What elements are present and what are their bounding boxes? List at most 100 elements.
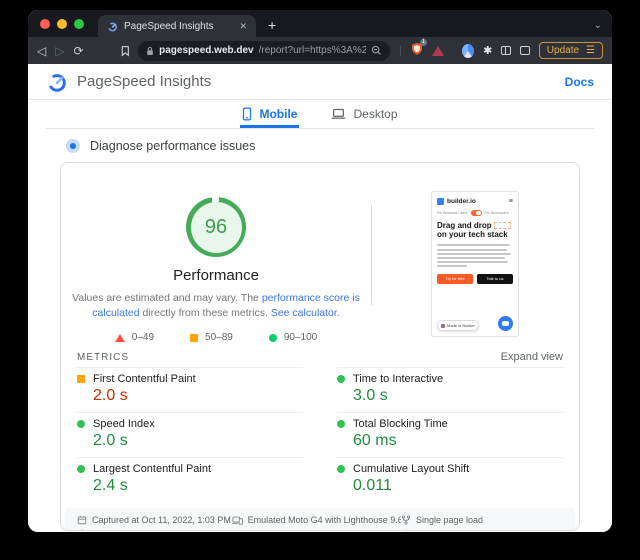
close-tab-icon[interactable]: ✕ <box>239 21 247 32</box>
legend-poor: 0–49 <box>115 332 154 343</box>
forward-button[interactable]: ▷ <box>55 45 64 57</box>
metric-label: Cumulative Layout Shift <box>353 463 469 475</box>
zoom-out-icon[interactable] <box>371 45 382 56</box>
browser-version-item: Using HeadlessChromium 102.0.5005.115 wi… <box>401 529 563 531</box>
score-disclaimer: Values are estimated and may vary. The p… <box>61 291 371 321</box>
tab-desktop-label: Desktop <box>353 107 397 121</box>
pagespeed-favicon-icon <box>107 21 118 32</box>
page-title: PageSpeed Insights <box>77 73 211 90</box>
disclaimer-text-2: directly from these metrics. <box>140 307 271 319</box>
extensions-icon[interactable]: ✱ <box>483 44 492 57</box>
score-section: 96 Performance Values are estimated and … <box>61 163 579 343</box>
calendar-icon <box>77 515 87 525</box>
update-button[interactable]: Update ☰ <box>539 42 603 59</box>
see-calculator-link[interactable]: See calculator. <box>271 307 340 319</box>
metric-value: 2.0 s <box>93 387 303 405</box>
score-value: 96 <box>191 202 242 253</box>
thumbnail-menu-icon: ≡ <box>509 198 513 205</box>
lock-icon <box>146 46 154 56</box>
bookmark-icon[interactable] <box>121 45 130 57</box>
shield-icon[interactable]: 1 <box>411 42 423 60</box>
made-in-builder-badge: Made in Builder <box>437 320 479 331</box>
metrics-grid: First Contentful Paint 2.0 s Time to Int… <box>61 367 579 502</box>
metric-label: First Contentful Paint <box>93 373 196 385</box>
performance-label: Performance <box>173 267 259 284</box>
browser-toolbar: ◁ ▷ ⟳ pagespeed.web.dev /report?url=http… <box>28 37 612 64</box>
tab-desktop[interactable]: Desktop <box>329 100 399 128</box>
expand-view-button[interactable]: Expand view <box>501 351 563 363</box>
metric-status-icon <box>337 465 345 473</box>
metric-value: 2.0 s <box>93 432 303 450</box>
toggle-left-label: For Business Users <box>437 211 468 215</box>
pagespeed-page: PageSpeed Insights Docs Mobile Desktop <box>28 64 612 532</box>
throttling-item: Slow 4G throttling <box>232 529 401 531</box>
metric-largest-contentful-paint: Largest Contentful Paint 2.4 s <box>77 457 303 502</box>
score-gauge[interactable]: 96 <box>186 197 246 257</box>
tab-list-chevron-icon[interactable]: ⌄ <box>594 20 602 31</box>
pagespeed-logo-icon <box>46 71 68 93</box>
diagnose-row: Diagnose performance issues <box>28 129 612 153</box>
diagnose-label: Diagnose performance issues <box>90 139 255 153</box>
url-path: /report?url=https%3A%2F%2F… <box>259 45 367 56</box>
builder-logo-icon <box>437 198 444 205</box>
thumbnail-brand: builder.io <box>447 198 506 205</box>
score-legend: 0–49 50–89 90–100 <box>115 332 317 343</box>
zoom-window-button[interactable] <box>74 19 84 29</box>
tab-mobile[interactable]: Mobile <box>240 100 299 128</box>
legend-poor-range: 0–49 <box>132 332 154 343</box>
chromium-icon <box>401 529 411 531</box>
dashed-box-icon <box>494 222 511 229</box>
toolbar-separator: | <box>399 45 402 57</box>
good-circle-icon <box>269 334 277 342</box>
diagnose-bullet-icon <box>66 139 80 153</box>
reading-list-icon[interactable] <box>520 46 530 55</box>
thumbnail-paragraph-lines <box>437 244 513 269</box>
back-button[interactable]: ◁ <box>37 45 46 57</box>
close-window-button[interactable] <box>40 19 50 29</box>
url-domain: pagespeed.web.dev <box>159 45 253 56</box>
tab-title: PageSpeed Insights <box>124 21 233 32</box>
capture-info-footer: Captured at Oct 11, 2022, 1:03 PM PDT Em… <box>65 508 575 531</box>
metric-label: Speed Index <box>93 418 155 430</box>
chat-bubble-icon <box>498 316 513 331</box>
reload-button[interactable]: ⟳ <box>73 45 83 57</box>
menu-icon[interactable]: ☰ <box>586 45 595 56</box>
talk-to-us-button: Talk to us <box>477 274 513 284</box>
extension-triangle-icon[interactable] <box>432 46 444 56</box>
thumbnail-headline: Drag and drop on your tech stack <box>437 221 513 239</box>
legend-average-range: 50–89 <box>205 332 233 343</box>
tab-mobile-label: Mobile <box>259 107 297 121</box>
legend-good: 90–100 <box>269 332 317 343</box>
metric-status-icon <box>337 420 345 428</box>
desktop-laptop-icon <box>331 108 346 120</box>
metric-label: Time to Interactive <box>353 373 443 385</box>
metric-status-icon <box>77 465 85 473</box>
thumbnail-toggle-row: For Business Users For Developers <box>437 210 513 216</box>
profile-avatar[interactable] <box>462 44 474 58</box>
emulated-device-item: Emulated Moto G4 with Lighthouse 9.6.6 <box>232 515 401 525</box>
try-free-button: Try for free <box>437 274 473 284</box>
docs-link[interactable]: Docs <box>565 75 594 89</box>
metric-speed-index: Speed Index 2.0 s <box>77 412 303 457</box>
minimize-window-button[interactable] <box>57 19 67 29</box>
metric-value: 2.4 s <box>93 477 303 495</box>
metric-value: 3.0 s <box>353 387 563 405</box>
devices-icon <box>232 515 243 525</box>
page-screenshot-thumbnail[interactable]: builder.io ≡ For Business Users For Deve… <box>431 191 519 337</box>
metric-first-contentful-paint: First Contentful Paint 2.0 s <box>77 367 303 412</box>
performance-score-panel: 96 Performance Values are estimated and … <box>61 163 371 343</box>
thumbnail-buttons: Try for free Talk to us <box>437 274 513 284</box>
toggle-right-label: For Developers <box>485 211 509 215</box>
sidebar-toggle-icon[interactable] <box>501 46 511 55</box>
new-tab-button[interactable]: + <box>268 17 276 33</box>
metric-time-to-interactive: Time to Interactive 3.0 s <box>337 367 563 412</box>
page-header: PageSpeed Insights Docs <box>28 64 612 100</box>
browser-tab[interactable]: PageSpeed Insights ✕ <box>98 15 256 37</box>
metric-status-icon <box>77 420 85 428</box>
metric-total-blocking-time: Total Blocking Time 60 ms <box>337 412 563 457</box>
signal-icon <box>232 529 243 531</box>
single-page-load-item: Single page load <box>401 515 563 525</box>
address-bar[interactable]: pagespeed.web.dev /report?url=https%3A%2… <box>138 41 390 61</box>
device-tabs: Mobile Desktop <box>46 100 594 129</box>
shield-badge: 1 <box>420 39 427 46</box>
